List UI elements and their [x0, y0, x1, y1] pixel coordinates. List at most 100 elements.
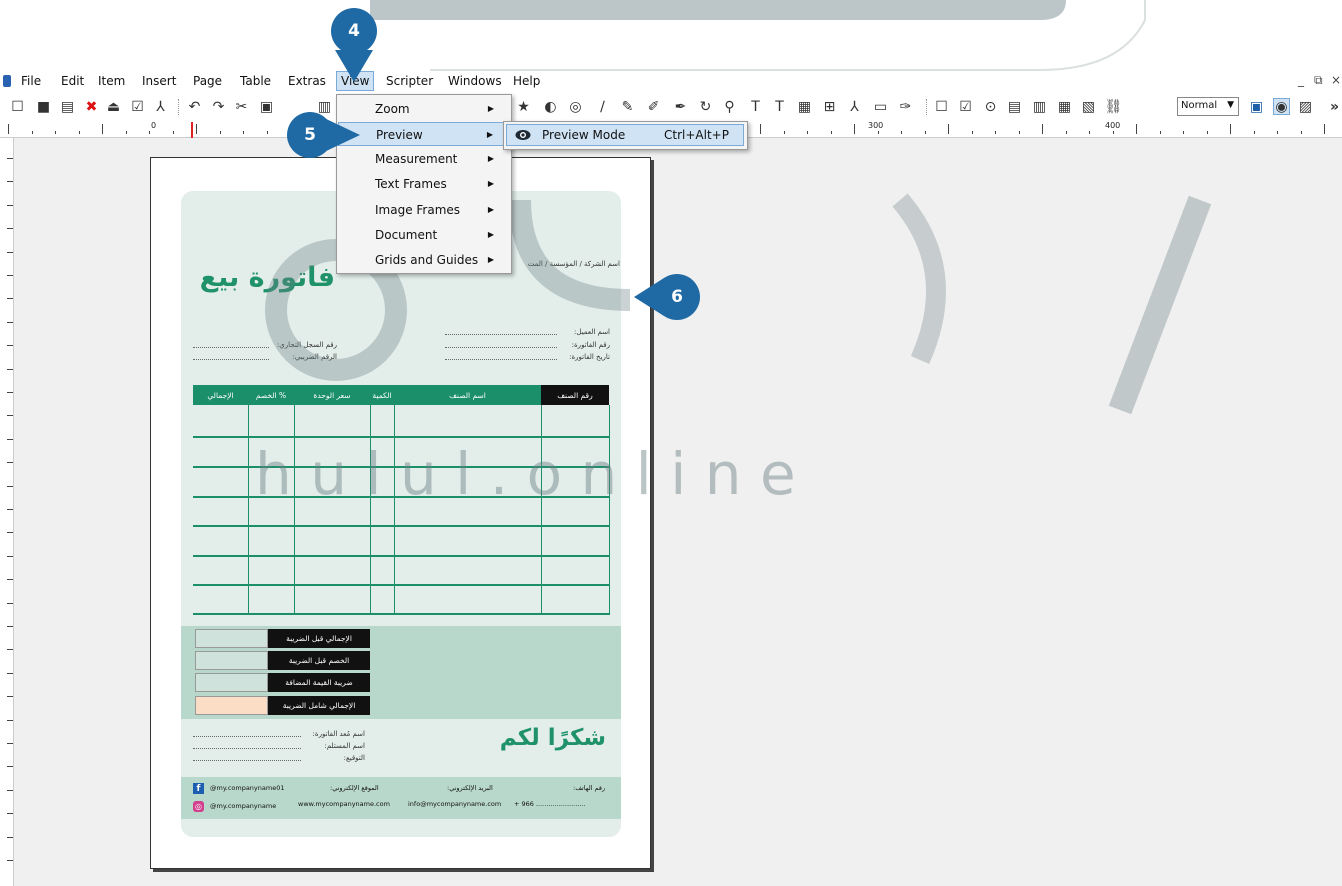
edit-in-preview-icon[interactable]: ▨	[1297, 98, 1314, 115]
open-folder-icon[interactable]: ■	[35, 98, 52, 115]
submenu-arrow-icon: ▶	[487, 205, 494, 214]
col-item-name: اسم الصنف	[394, 385, 541, 405]
pdf-checkbox-icon[interactable]: ☑	[957, 98, 974, 115]
menu-windows[interactable]: Windows	[448, 74, 502, 88]
preview-mode-item[interactable]: Preview Mode Ctrl+Alt+P	[506, 124, 744, 146]
view-menu-zoom[interactable]: Zoom ▶	[338, 97, 510, 121]
ruler-tick	[7, 439, 13, 440]
col-discount: الخصم %	[248, 385, 294, 405]
undo-icon[interactable]: ↶	[186, 98, 203, 115]
view-menu-text-frames[interactable]: Text Frames ▶	[338, 172, 510, 196]
measure-icon[interactable]: ⅄	[846, 98, 863, 115]
arc-icon[interactable]: ◐	[542, 98, 559, 115]
ruler-tick	[243, 131, 244, 134]
menu-extras[interactable]: Extras	[288, 74, 326, 88]
pdf-textfield-icon[interactable]: ▤	[1006, 98, 1023, 115]
pdf-combobox-icon[interactable]: ▥	[1031, 98, 1048, 115]
copy-icon[interactable]: ▣	[258, 98, 275, 115]
edit-text-icon[interactable]: T	[771, 98, 788, 115]
ruler-tick	[7, 603, 13, 604]
ruler-tick	[7, 345, 13, 346]
menu-item-label: Grids and Guides	[375, 253, 479, 267]
save-icon[interactable]: ▤	[59, 98, 76, 115]
menu-scripter[interactable]: Scripter	[386, 74, 433, 88]
spiral-icon[interactable]: ◎	[567, 98, 584, 115]
pdf-radio-icon[interactable]: ⊙	[982, 98, 999, 115]
export-pdf-icon[interactable]: ⅄	[152, 98, 169, 115]
restore-button[interactable]: ⧉	[1314, 73, 1323, 88]
ruler-tick	[7, 556, 13, 557]
zoom-icon[interactable]: ⚲	[721, 98, 738, 115]
bezier-icon[interactable]: ✎	[619, 98, 636, 115]
menu-page[interactable]: Page	[193, 74, 222, 88]
unlink-frames-icon[interactable]: ⊞	[821, 98, 838, 115]
view-menu-image-frames[interactable]: Image Frames ▶	[338, 198, 510, 222]
preflight-check-icon[interactable]: ☑	[129, 98, 146, 115]
close-window-button[interactable]: ×	[1331, 73, 1341, 87]
phone-value: + 966 ........................	[514, 800, 586, 808]
close-document-icon[interactable]: ✖	[83, 98, 100, 115]
pdf-listbox-icon[interactable]: ▦	[1056, 98, 1073, 115]
cut-icon[interactable]: ✂	[233, 98, 250, 115]
print-icon[interactable]: ⏏	[105, 98, 122, 115]
callout-badge-4: 4	[331, 8, 377, 54]
ruler-tick	[1136, 124, 1137, 134]
ruler-tick	[878, 131, 879, 134]
minimize-button[interactable]: _	[1298, 73, 1304, 87]
toolbar-overflow-icon[interactable]: »	[1326, 98, 1342, 115]
preview-mode-label: Preview Mode	[542, 128, 626, 142]
rotate-icon[interactable]: ↻	[697, 98, 714, 115]
ruler-tick	[7, 766, 13, 767]
edit-contents-icon[interactable]: T	[747, 98, 764, 115]
ruler-tick	[7, 369, 13, 370]
discount-before-tax-label: الخصم قبل الضريبة	[268, 651, 370, 670]
field-prepared-by: اسم مُعد الفاتورة:	[312, 730, 365, 738]
menu-file[interactable]: File	[21, 74, 41, 88]
eyedropper-icon[interactable]: ✑	[897, 98, 914, 115]
pdf-button-icon[interactable]: ☐	[933, 98, 950, 115]
main-toolbar: ☐ ■ ▤ ✖ ⏏ ☑ ⅄ ↶ ↷ ✂ ▣ ▥ ★ ◐ ◎ ∕ ✎ ✐ ✒ ↻ …	[0, 94, 1342, 120]
menu-insert[interactable]: Insert	[142, 74, 176, 88]
menu-edit[interactable]: Edit	[61, 74, 84, 88]
view-menu-grids-guides[interactable]: Grids and Guides ▶	[338, 248, 510, 272]
line-icon[interactable]: ∕	[594, 98, 611, 115]
vat-label: ضريبة القيمة المضافة	[268, 673, 370, 692]
email-value: info@mycompanyname.com	[408, 800, 502, 808]
menu-help[interactable]: Help	[513, 74, 540, 88]
view-menu-measurement[interactable]: Measurement ▶	[338, 147, 510, 171]
render-mode-select[interactable]: Normal ▼	[1177, 97, 1239, 116]
field-recipient: اسم المستلم:	[324, 742, 365, 750]
ruler-tick	[807, 131, 808, 134]
dotted-fill-line	[445, 342, 557, 348]
ruler-tick	[7, 228, 13, 229]
ruler-tick	[1160, 131, 1161, 134]
menu-item-label: Image Frames	[375, 203, 461, 217]
view-menu-document[interactable]: Document ▶	[338, 223, 510, 247]
freehand-icon[interactable]: ✐	[645, 98, 662, 115]
pdf-link-icon[interactable]: ⛓	[1105, 98, 1123, 115]
new-document-icon[interactable]: ☐	[9, 98, 26, 115]
ruler-tick	[102, 124, 103, 134]
menu-table[interactable]: Table	[240, 74, 271, 88]
display-colors-icon[interactable]: ▣	[1248, 98, 1265, 115]
copy-properties-icon[interactable]: ▭	[872, 98, 889, 115]
submenu-arrow-icon: ▶	[487, 154, 494, 163]
dotted-fill-line	[193, 354, 269, 360]
table-row-line	[193, 496, 609, 498]
redo-icon[interactable]: ↷	[210, 98, 227, 115]
pdf-annotation-icon[interactable]: ▧	[1080, 98, 1097, 115]
link-frames-icon[interactable]: ▦	[796, 98, 813, 115]
ruler-tick	[7, 252, 13, 253]
ruler-tick	[1207, 131, 1208, 134]
calligraphic-icon[interactable]: ✒	[672, 98, 689, 115]
preview-mode-eye-icon[interactable]: ◉	[1273, 98, 1290, 115]
dotted-fill-line	[193, 342, 269, 348]
table-row-line	[193, 613, 609, 615]
view-menu-preview[interactable]: Preview ▶	[338, 122, 510, 146]
star-shape-icon[interactable]: ★	[515, 98, 532, 115]
menu-item[interactable]: Item	[98, 74, 125, 88]
ruler-tick	[7, 392, 13, 393]
field-invoice-date: تاريخ الفاتورة:	[569, 353, 610, 361]
ruler-tick	[7, 696, 13, 697]
vertical-ruler	[0, 138, 14, 886]
